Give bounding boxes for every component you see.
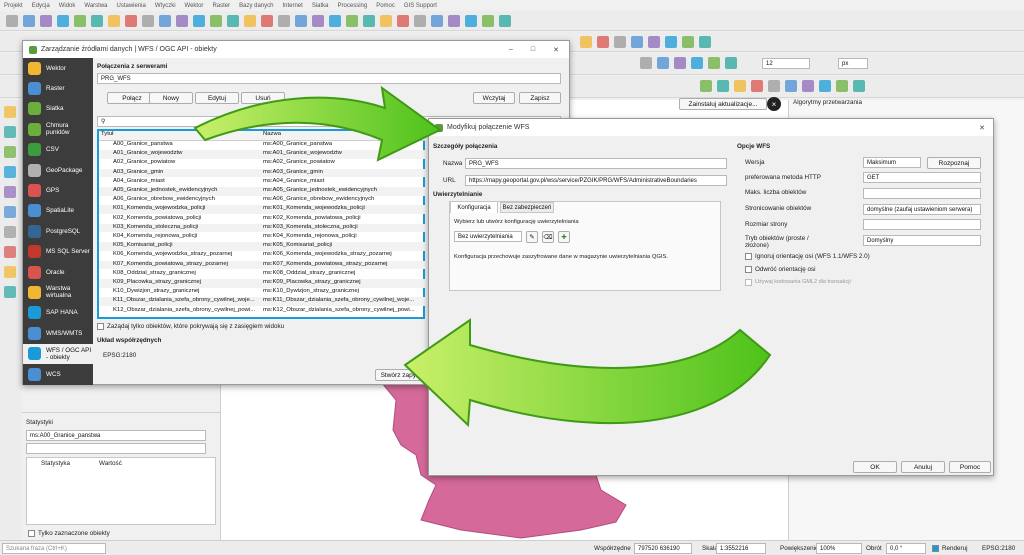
- coord-label: Współrzędne: [594, 545, 631, 552]
- arrow-left: [403, 318, 772, 428]
- locator-search[interactable]: Szukana fraza (Ctrl+K): [2, 543, 106, 554]
- rotation-field[interactable]: 0,0 °: [886, 543, 926, 554]
- render-label: Renderuj: [942, 545, 968, 552]
- magnifier-label: Powiększenie: [780, 545, 819, 552]
- status-bar: Szukana fraza (Ctrl+K) Współrzędne 79752…: [0, 540, 1024, 555]
- coord-field[interactable]: 797520 636190: [634, 543, 692, 554]
- crs-status[interactable]: EPSG:2180: [982, 545, 1015, 552]
- rotation-label: Obrót: [866, 545, 882, 552]
- arrow-right: [193, 85, 442, 162]
- scale-field[interactable]: 1:3552216: [716, 543, 766, 554]
- render-checkbox[interactable]: [932, 545, 939, 552]
- magnifier-field[interactable]: 100%: [816, 543, 862, 554]
- green-arrows: [193, 85, 772, 428]
